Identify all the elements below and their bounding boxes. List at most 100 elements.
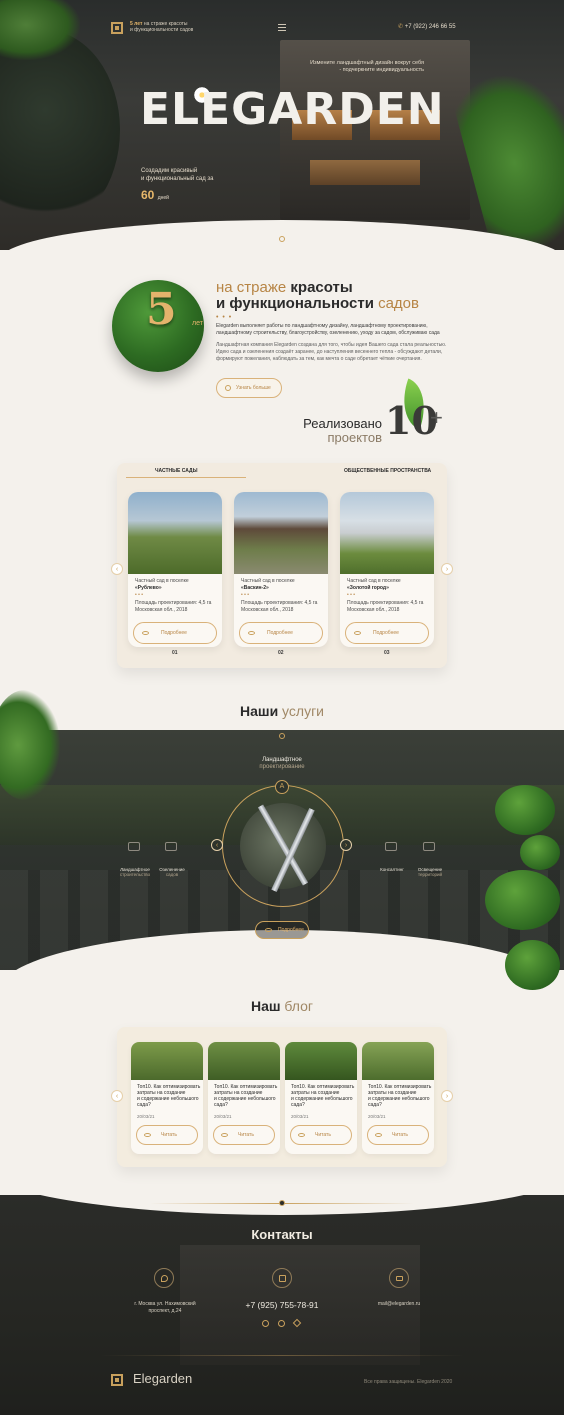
header-phone[interactable]: ✆ +7 (922) 246 66 55 [398, 23, 456, 30]
hero-left-text: Создадим красивый и функциональный сад з… [141, 168, 214, 182]
project-number: 02 [278, 650, 284, 656]
about-paragraph-1: Elegarden выполняет работы по ландшафтно… [216, 323, 440, 336]
project-number: 03 [384, 650, 390, 656]
project-meta: Площадь проектирования: 4,5 га Московска… [135, 600, 212, 613]
projects-next-button[interactable]: › [441, 563, 453, 575]
blog-read-button[interactable]: Читать [290, 1125, 352, 1145]
bonsai-tree-image [495, 785, 555, 835]
project-meta: Площадь проектирования: 4,5 га Московска… [347, 600, 424, 613]
projects-plus: + [430, 405, 443, 430]
services-details-button[interactable]: Подробнее [255, 921, 309, 939]
blog-date: 20/03/21 [368, 1114, 386, 1119]
info-icon [225, 385, 231, 391]
blog-photo [208, 1042, 280, 1080]
whatsapp-icon[interactable] [278, 1320, 285, 1327]
tagline-line2: и функциональности садов [130, 27, 194, 33]
compass-head-icon: A [275, 780, 289, 794]
contact-email[interactable]: mail@elegarden.ru [354, 1301, 444, 1308]
blog-title: Наш блог [250, 998, 314, 1014]
service-greening[interactable]: Озеленение садов [152, 867, 192, 877]
menu-icon[interactable] [278, 24, 286, 31]
blog-card[interactable]: Топ10. Как оптимизировать затраты на соз… [285, 1042, 357, 1154]
realized-label: Реализовано проектов [303, 416, 382, 445]
eye-icon [375, 1133, 382, 1137]
header-phone-text: +7 (922) 246 66 55 [404, 24, 456, 30]
projects-prev-button[interactable]: ‹ [111, 563, 123, 575]
blog-read-button[interactable]: Читать [213, 1125, 275, 1145]
project-details-button[interactable]: Подробнее [239, 622, 323, 644]
learn-more-button[interactable]: Узнать больше [216, 378, 282, 398]
blog-card[interactable]: Топ10. Как оптимизировать затраты на соз… [362, 1042, 434, 1154]
blog-photo [285, 1042, 357, 1080]
service-construction[interactable]: Ландшафтное строительство [115, 867, 155, 877]
about-title: на страже красоты и функциональности сад… [216, 279, 419, 312]
project-title: «Васкин-2» [241, 585, 269, 591]
tab-public-spaces[interactable]: ОБЩЕСТВЕННЫЕ ПРОСТРАНСТВА [344, 468, 431, 474]
project-photo [234, 492, 328, 574]
project-caption: Частный сад в поселке [241, 578, 295, 584]
blog-prev-button[interactable]: ‹ [111, 1090, 123, 1102]
header-logo[interactable] [111, 21, 123, 39]
lighting-icon [423, 842, 435, 851]
blog-date: 20/03/21 [291, 1114, 309, 1119]
contact-phone[interactable]: +7 (925) 755-78-91 [222, 1300, 342, 1310]
service-lighting[interactable]: Освещение территорий [410, 867, 450, 877]
phone-icon: ✆ [398, 24, 404, 30]
hero-subtitle: Измените ландшафтный дизайн вокруг себя … [310, 60, 424, 73]
hero-title: ELEGARDEN [140, 84, 445, 135]
service-consulting[interactable]: Консалтинг [372, 867, 412, 872]
project-title: «Рублево» [135, 585, 162, 591]
project-details-button[interactable]: Подробнее [133, 622, 217, 644]
active-service-title[interactable]: Ландшафтное проектирование [232, 757, 332, 771]
consulting-icon [385, 842, 397, 851]
phone-icon [272, 1268, 292, 1288]
footer-logo-icon [111, 1374, 123, 1386]
blog-photo [131, 1042, 203, 1080]
blog-read-button[interactable]: Читать [136, 1125, 198, 1145]
footer-logo[interactable] [111, 1373, 123, 1391]
project-title: «Золотой город» [347, 585, 389, 591]
header-tagline: 5 лет на страже красоты и функциональнос… [130, 21, 193, 33]
about-dots: • • • [216, 314, 233, 321]
years-number: 5 [146, 284, 177, 335]
services-prev-button[interactable]: ‹ [211, 839, 223, 851]
leaf-decoration-right [448, 58, 564, 250]
greening-icon [165, 842, 177, 851]
project-card[interactable]: Частный сад в поселке «Васкин-2» • • • П… [234, 492, 328, 647]
contacts-title: Контакты [251, 1227, 313, 1242]
tab-private-gardens[interactable]: ЧАСТНЫЕ САДЫ [155, 468, 198, 474]
mail-icon [389, 1268, 409, 1288]
blog-photo [362, 1042, 434, 1080]
footer-copyright: Все права защищены. Elegarden 2020 [364, 1379, 453, 1385]
project-dots: • • • [135, 592, 144, 598]
project-photo [128, 492, 222, 574]
project-photo [340, 492, 434, 574]
contact-address[interactable]: г. Москва ул. Нахимовский проспект, д.24 [120, 1301, 210, 1315]
eye-icon [221, 1133, 228, 1137]
blog-post-title: Топ10. Как оптимизировать затраты на соз… [291, 1084, 355, 1108]
blog-post-title: Топ10. Как оптимизировать затраты на соз… [214, 1084, 278, 1108]
viber-icon[interactable] [262, 1320, 269, 1327]
project-meta: Площадь проектирования: 4,5 га Московска… [241, 600, 318, 613]
project-card[interactable]: Частный сад в поселке «Золотой город» • … [340, 492, 434, 647]
about-paragraph-2: Ландшафтная компания Elegarden создана д… [216, 342, 447, 362]
eye-icon [142, 631, 149, 635]
footer-brand: Elegarden [133, 1371, 193, 1386]
blog-next-button[interactable]: › [441, 1090, 453, 1102]
tab-underline [126, 477, 246, 478]
eye-icon [248, 631, 255, 635]
project-card[interactable]: Частный сад в поселке «Рублево» • • • Пл… [128, 492, 222, 647]
services-next-button[interactable]: › [340, 839, 352, 851]
blog-post-title: Топ10. Как оптимизировать затраты на соз… [368, 1084, 432, 1108]
project-caption: Частный сад в поселке [347, 578, 401, 584]
logo-icon [111, 22, 123, 34]
eye-icon [144, 1133, 151, 1137]
scroll-node[interactable] [279, 236, 285, 242]
blog-card[interactable]: Топ10. Как оптимизировать затраты на соз… [131, 1042, 203, 1154]
eye-icon [265, 928, 272, 932]
blog-read-button[interactable]: Читать [367, 1125, 429, 1145]
years-caption: лет [192, 320, 203, 327]
blog-card[interactable]: Топ10. Как оптимизировать затраты на соз… [208, 1042, 280, 1154]
eye-icon [354, 631, 361, 635]
project-details-button[interactable]: Подробнее [345, 622, 429, 644]
